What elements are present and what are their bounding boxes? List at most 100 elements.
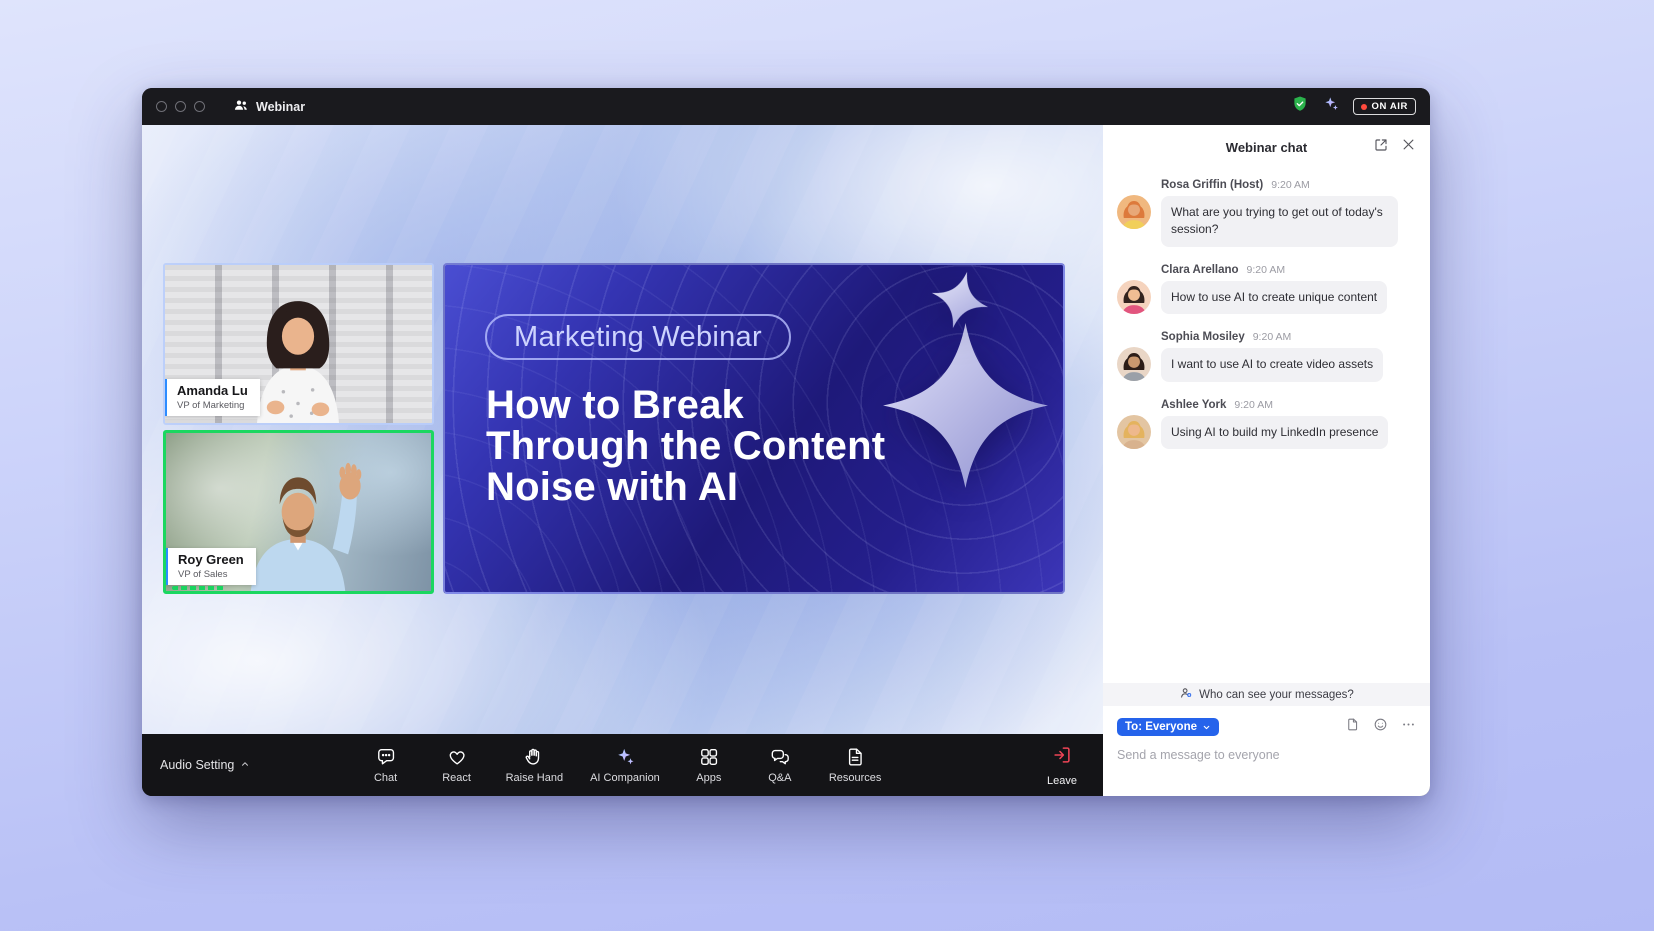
slide-badge: Marketing Webinar	[485, 314, 791, 360]
nametag-roy: Roy Green VP of Sales	[165, 548, 256, 585]
audio-setting-button[interactable]: Audio Setting	[160, 758, 250, 772]
chat-compose-area: To: Everyone	[1103, 706, 1430, 796]
on-air-label: ON AIR	[1372, 101, 1409, 112]
raise-hand-icon	[523, 746, 545, 768]
chat-message: Ashlee York 9:20 AM Using AI to build my…	[1117, 399, 1418, 449]
window-zoom-button[interactable]	[194, 101, 205, 112]
chat-message: Clara Arellano 9:20 AM How to use AI to …	[1117, 264, 1418, 314]
titlebar-status-group: ON AIR	[1291, 95, 1417, 118]
chat-icon	[375, 746, 397, 768]
chevron-down-icon	[1202, 723, 1211, 732]
ai-companion-button[interactable]: AI Companion	[590, 746, 660, 784]
chat-title: Webinar chat	[1226, 140, 1307, 155]
chat-message-bubble: Using AI to build my LinkedIn presence	[1161, 416, 1388, 449]
chat-message-bubble: What are you trying to get out of today'…	[1161, 196, 1398, 247]
meeting-toolbar: Audio Setting Chat	[142, 734, 1103, 796]
chat-message-author: Clara Arellano	[1161, 264, 1239, 276]
ai-companion-icon	[614, 746, 636, 768]
webinar-people-icon	[233, 97, 249, 116]
slide-title-line: Through the Content	[486, 426, 885, 467]
toolbar-label: Q&A	[768, 772, 791, 784]
window-close-button[interactable]	[156, 101, 167, 112]
avatar	[1117, 415, 1151, 449]
app-title: Webinar	[256, 100, 305, 114]
chat-message-input[interactable]	[1117, 748, 1416, 762]
raise-hand-button[interactable]: Raise Hand	[506, 746, 563, 784]
react-button[interactable]: React	[435, 746, 479, 784]
pop-out-icon[interactable]	[1373, 137, 1389, 158]
recipient-selector[interactable]: To: Everyone	[1117, 718, 1219, 736]
on-air-badge: ON AIR	[1353, 98, 1417, 115]
chat-message-bubble: I want to use AI to create video assets	[1161, 348, 1383, 381]
shared-slide[interactable]: Marketing Webinar How to Break Through t…	[443, 263, 1065, 594]
toolbar-center-group: Chat React	[364, 746, 882, 784]
close-icon[interactable]	[1401, 137, 1416, 157]
security-shield-icon[interactable]	[1291, 95, 1309, 118]
compose-icons	[1345, 717, 1416, 737]
nametag-amanda: Amanda Lu VP of Marketing	[164, 379, 260, 416]
more-options-icon[interactable]	[1401, 717, 1416, 737]
speaker-name: Amanda Lu	[177, 384, 248, 399]
chat-message-author: Sophia Mosiley	[1161, 331, 1245, 343]
toolbar-label: Apps	[696, 772, 721, 784]
recipient-label: To: Everyone	[1125, 721, 1197, 733]
react-icon	[446, 746, 468, 768]
on-air-dot-icon	[1361, 104, 1367, 110]
window-controls	[156, 101, 205, 112]
chat-header: Webinar chat	[1103, 125, 1430, 169]
privacy-note-bar[interactable]: Who can see your messages?	[1103, 683, 1430, 706]
title-bar: Webinar ON AIR	[142, 88, 1430, 125]
chat-header-icons	[1373, 125, 1416, 169]
toolbar-label: Resources	[829, 772, 882, 784]
chat-message-author: Rosa Griffin (Host)	[1161, 179, 1263, 191]
chat-message-time: 9:20 AM	[1271, 179, 1310, 191]
chat-message-list[interactable]: Rosa Griffin (Host) 9:20 AM What are you…	[1103, 169, 1430, 683]
chat-button[interactable]: Chat	[364, 746, 408, 784]
slide-sparkle-shape-large	[883, 323, 1048, 488]
main-column: Amanda Lu VP of Marketing	[142, 125, 1103, 796]
window-content: Amanda Lu VP of Marketing	[142, 125, 1430, 796]
audio-setting-label: Audio Setting	[160, 758, 234, 772]
toolbar-label: Chat	[374, 772, 397, 784]
toolbar-label: Leave	[1047, 775, 1077, 787]
ai-sparkle-icon[interactable]	[1322, 95, 1340, 118]
emoji-icon[interactable]	[1373, 717, 1388, 737]
window-minimize-button[interactable]	[175, 101, 186, 112]
toolbar-label: Raise Hand	[506, 772, 563, 784]
speaker-role: VP of Marketing	[177, 400, 248, 411]
chat-message-bubble: How to use AI to create unique content	[1161, 281, 1387, 314]
qa-button[interactable]: Q&A	[758, 746, 802, 784]
speaker-tile-roy[interactable]: Roy Green VP of Sales	[163, 430, 434, 594]
app-title-group: Webinar	[233, 97, 305, 116]
privacy-note-text: Who can see your messages?	[1199, 689, 1354, 701]
chat-message-author: Ashlee York	[1161, 399, 1226, 411]
apps-icon	[698, 746, 720, 768]
chat-message-time: 9:20 AM	[1234, 399, 1273, 411]
webinar-app-window: Webinar ON AIR	[142, 88, 1430, 796]
speaker-tile-amanda[interactable]: Amanda Lu VP of Marketing	[163, 263, 434, 425]
apps-button[interactable]: Apps	[687, 746, 731, 784]
video-stage: Amanda Lu VP of Marketing	[142, 125, 1103, 734]
speaker-name: Roy Green	[178, 553, 244, 568]
resources-icon	[844, 746, 866, 768]
avatar	[1117, 347, 1151, 381]
avatar	[1117, 195, 1151, 229]
privacy-person-icon	[1179, 686, 1193, 703]
slide-title-line: How to Break	[486, 385, 885, 426]
leave-button[interactable]: Leave	[1047, 744, 1077, 787]
chat-message: Sophia Mosiley 9:20 AM I want to use AI …	[1117, 331, 1418, 381]
avatar	[1117, 280, 1151, 314]
slide-title: How to Break Through the Content Noise w…	[486, 385, 885, 508]
speaker-role: VP of Sales	[178, 569, 244, 580]
resources-button[interactable]: Resources	[829, 746, 882, 784]
attach-file-icon[interactable]	[1345, 717, 1360, 737]
chat-message-time: 9:20 AM	[1247, 264, 1286, 276]
qa-icon	[769, 746, 791, 768]
chat-message: Rosa Griffin (Host) 9:20 AM What are you…	[1117, 179, 1418, 247]
toolbar-label: AI Companion	[590, 772, 660, 784]
chat-footer: Who can see your messages? To: Everyone	[1103, 683, 1430, 796]
speaking-indicator	[172, 586, 224, 590]
chevron-up-icon	[240, 758, 250, 772]
leave-door-icon	[1051, 744, 1073, 771]
webinar-chat-panel: Webinar chat	[1103, 125, 1430, 796]
